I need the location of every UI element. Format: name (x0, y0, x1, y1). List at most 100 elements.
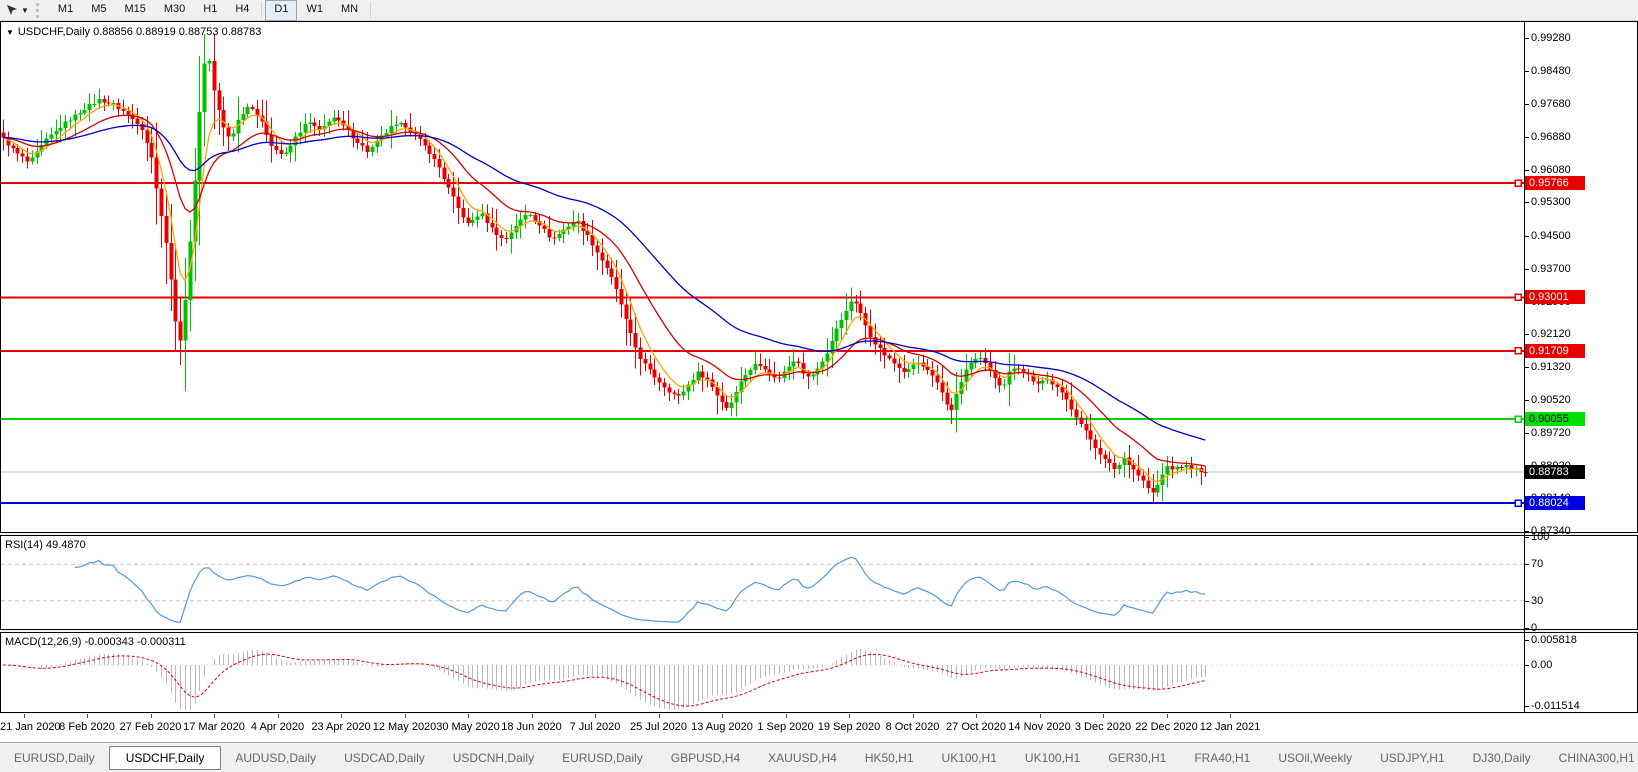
timeframe-button-h1[interactable]: H1 (194, 0, 226, 21)
timeframe-button-w1[interactable]: W1 (297, 0, 332, 21)
date-label: 12 Jan 2021 (1200, 721, 1261, 733)
axis-tick (1525, 537, 1529, 538)
axis-tick (1525, 202, 1529, 203)
tab-uk100-h1[interactable]: UK100,H1 (928, 747, 1011, 769)
tab-xauusd-h4[interactable]: XAUUSD,H4 (754, 747, 851, 769)
y-axis-label: 0.97680 (1531, 97, 1571, 111)
y-axis-label: 0.90520 (1531, 393, 1571, 407)
toolbar-separator (370, 2, 371, 18)
main-chart-plot[interactable] (1, 22, 1524, 532)
tab-eurusd-daily[interactable]: EURUSD,Daily (548, 747, 657, 769)
toolbar-grip[interactable] (36, 3, 42, 18)
axis-tick (1525, 170, 1529, 171)
tab-usdcad-daily[interactable]: USDCAD,Daily (330, 747, 439, 769)
date-label: 8 Feb 2020 (59, 721, 115, 733)
date-tick (913, 714, 914, 718)
date-tick (722, 714, 723, 718)
tab-gbpusd-h4[interactable]: GBPUSD,H4 (657, 747, 754, 769)
date-label: 18 Jun 2020 (501, 721, 562, 733)
date-label: 25 Jul 2020 (630, 721, 687, 733)
date-label: 3 Dec 2020 (1075, 721, 1131, 733)
tab-fra40-h1[interactable]: FRA40,H1 (1180, 747, 1264, 769)
level-price-badge: 0.90055 (1525, 412, 1585, 426)
axis-tick (1525, 665, 1529, 666)
date-label: 12 May 2020 (373, 721, 437, 733)
chart-tabs-bar: EURUSD,DailyUSDCHF,DailyAUDUSD,DailyUSDC… (0, 742, 1638, 772)
tab-usoil-weekly[interactable]: USOil,Weekly (1264, 747, 1366, 769)
date-tick (24, 714, 25, 718)
tab-usdchf-daily[interactable]: USDCHF,Daily (109, 746, 222, 770)
macd-plot[interactable] (1, 633, 1524, 712)
level-price-badge: 0.95766 (1525, 176, 1585, 190)
axis-tick (1525, 706, 1529, 707)
tab-china300-h1[interactable]: CHINA300,H1 (1545, 747, 1638, 769)
rsi-axis-label: 30 (1531, 594, 1543, 608)
y-axis-label: 0.89720 (1531, 426, 1571, 440)
axis-tick (1525, 137, 1529, 138)
y-axis-label: 0.93700 (1531, 262, 1571, 276)
cursor-dropdown-caret-icon[interactable]: ▼ (21, 6, 29, 15)
axis-tick (1525, 601, 1529, 602)
y-axis-label: 0.96080 (1531, 163, 1571, 177)
ohlc-close: 0.88783 (222, 26, 262, 38)
macd-axis-label: -0.011514 (1531, 699, 1580, 713)
timeframe-button-m30[interactable]: M30 (155, 0, 194, 21)
date-label: 27 Oct 2020 (946, 721, 1006, 733)
timeframe-button-m1[interactable]: M1 (49, 0, 82, 21)
timeframe-button-mn[interactable]: MN (332, 0, 367, 21)
date-tick (341, 714, 342, 718)
date-tick (468, 714, 469, 718)
current-price-badge: 0.88783 (1525, 465, 1585, 479)
tab-eurusd-daily[interactable]: EURUSD,Daily (0, 747, 109, 769)
date-tick (849, 714, 850, 718)
rsi-panel: RSI(14) 49.4870 (0, 535, 1638, 630)
date-label: 17 Mar 2020 (183, 721, 245, 733)
timeframe-buttons: M1M5M15M30H1H4 D1W1MN (49, 0, 374, 21)
macd-panel: MACD(12,26,9) -0.000343 -0.000311 (0, 632, 1638, 713)
tab-audusd-daily[interactable]: AUDUSD,Daily (221, 747, 330, 769)
date-label: 21 Jan 2020 (0, 721, 61, 733)
date-tick (278, 714, 279, 718)
tab-hk50-h1[interactable]: HK50,H1 (851, 747, 928, 769)
axis-tick (1525, 367, 1529, 368)
tab-uk100-h1[interactable]: UK100,H1 (1011, 747, 1094, 769)
cursor-arrow-glyph (6, 4, 18, 16)
axis-tick (1525, 531, 1529, 532)
cursor-tool-icon[interactable] (4, 3, 20, 17)
date-tick (659, 714, 660, 718)
ohlc-low: 0.88753 (179, 26, 219, 38)
main-chart-panel: ▼USDCHF,Daily 0.88856 0.88919 0.88753 0.… (0, 21, 1638, 533)
collapse-caret-icon[interactable]: ▼ (6, 28, 14, 37)
date-label: 13 Aug 2020 (691, 721, 753, 733)
timeframe-button-m15[interactable]: M15 (115, 0, 154, 21)
date-label: 23 Apr 2020 (311, 721, 370, 733)
tab-usdcnh-daily[interactable]: USDCNH,Daily (439, 747, 548, 769)
y-axis-label: 0.94500 (1531, 229, 1571, 243)
date-tick (976, 714, 977, 718)
axis-tick (1525, 38, 1529, 39)
level-price-badge: 0.93001 (1525, 290, 1585, 304)
date-label: 22 Dec 2020 (1135, 721, 1197, 733)
macd-axis-label: 0.00 (1531, 658, 1552, 672)
timeframe-button-d1[interactable]: D1 (265, 0, 297, 21)
date-tick (1167, 714, 1168, 718)
timeframe-button-h4[interactable]: H4 (226, 0, 258, 21)
axis-tick (1525, 628, 1529, 629)
timeframe-button-m5[interactable]: M5 (82, 0, 115, 21)
rsi-plot[interactable] (1, 536, 1524, 629)
tab-usdjpy-h1[interactable]: USDJPY,H1 (1366, 747, 1458, 769)
level-price-badge: 0.88024 (1525, 496, 1585, 510)
tab-ger30-h1[interactable]: GER30,H1 (1094, 747, 1180, 769)
tab-dj30-daily[interactable]: DJ30,Daily (1459, 747, 1545, 769)
date-tick (151, 714, 152, 718)
date-tick (87, 714, 88, 718)
axis-tick (1525, 269, 1529, 270)
ohlc-high: 0.88919 (136, 26, 176, 38)
axis-tick (1525, 400, 1529, 401)
rsi-axis-label: 100 (1531, 530, 1549, 544)
macd-title: MACD(12,26,9) -0.000343 -0.000311 (5, 636, 186, 648)
ohlc-open: 0.88856 (93, 26, 133, 38)
date-label: 1 Sep 2020 (757, 721, 813, 733)
date-label: 30 May 2020 (436, 721, 500, 733)
axis-tick (1525, 71, 1529, 72)
